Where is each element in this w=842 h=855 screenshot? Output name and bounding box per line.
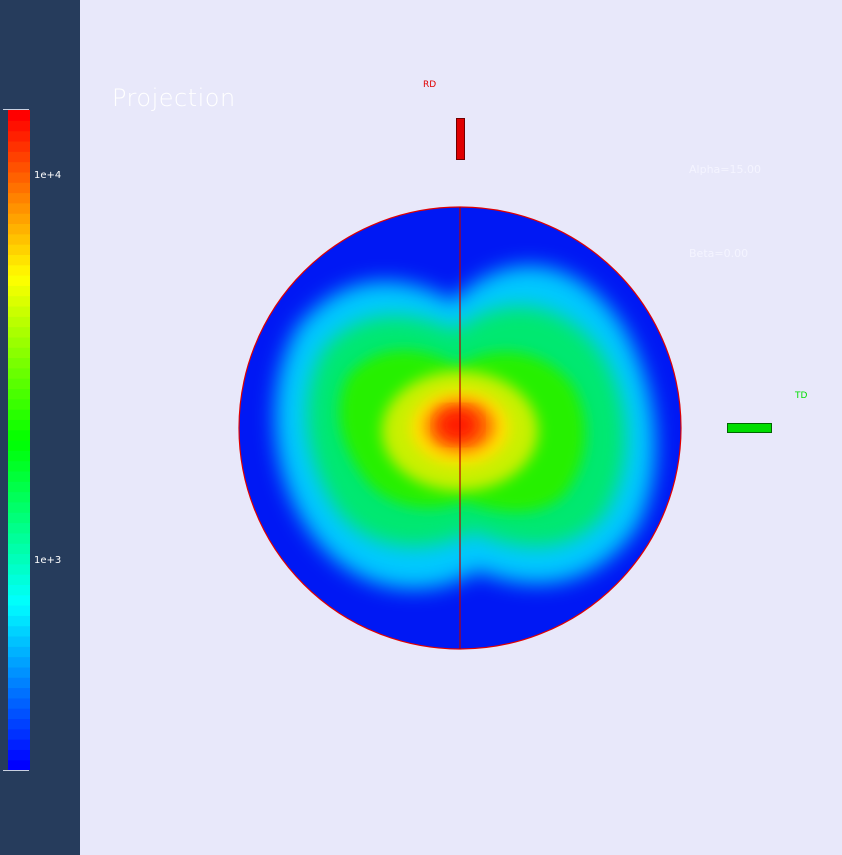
rd-axis-marker [456,118,465,160]
colorbar-bottom-line [3,770,29,771]
colorbar-step [8,656,30,668]
colorbar-step [8,553,30,565]
colorbar-step [8,666,30,678]
colorbar-step [8,512,30,524]
colorbar-step [8,532,30,544]
colorbar-step [8,697,30,709]
rd-axis-label: RD [423,80,437,90]
colorbar-step [8,275,30,286]
colorbar-step [8,192,30,204]
colorbar-step [8,563,30,575]
colorbar-step [8,429,30,441]
colorbar-step [8,470,30,482]
colorbar-step [8,161,30,173]
colorbar-step [8,450,30,462]
colorbar-step [8,171,30,183]
colorbar-step [8,543,30,555]
colorbar-step [8,646,30,658]
pole-figure[interactable] [238,206,682,650]
colorbar-step [8,460,30,472]
colorbar-step [8,522,30,534]
td-axis-marker [727,423,772,433]
colorbar-step [8,409,30,420]
colorbar-step [8,491,30,503]
colorbar-step [8,182,30,194]
colorbar-step [8,233,30,245]
colorbar-step [8,305,30,317]
colorbar-step [8,223,30,235]
colorbar-step [8,202,30,214]
colorbar-step [8,708,30,720]
colorbar-step [8,749,30,761]
colorbar-step [8,367,30,379]
colorbar-tick-1e3: 1e+3 [34,555,62,566]
colorbar-step [8,398,30,410]
colorbar-step [8,264,30,276]
colorbar-step [8,728,30,740]
colorbar-step [8,378,30,390]
colorbar-step [8,574,30,585]
colorbar-step [8,594,30,606]
colorbar-step [8,130,30,142]
colorbar-step [8,481,30,493]
colorbar-step [8,357,30,369]
colorbar-step [8,285,30,297]
colorbar-step [8,687,30,699]
colorbar-step [8,336,30,348]
colorbar-step [8,120,30,132]
colorbar-step [8,440,30,451]
colorbar-step [8,605,30,616]
alpha-readout: Alpha=15.00 [689,163,761,176]
colorbar-step [8,419,30,431]
colorbar-tick-1e4: 1e+4 [34,170,62,181]
colorbar-step [8,739,30,750]
colorbar-step [8,635,30,647]
colorbar-step [8,213,30,225]
colorbar-step [8,759,30,770]
td-axis-label: TD [795,391,808,401]
colorbar-step [8,110,30,121]
colorbar-step [8,347,30,359]
colorbar [8,110,30,770]
page-title: Projection [112,84,236,112]
colorbar-step [8,254,30,266]
colorbar-step [8,615,30,627]
colorbar-step [8,677,30,689]
colorbar-panel: 1e+4 1e+3 [0,0,80,855]
colorbar-step [8,140,30,152]
colorbar-step [8,584,30,596]
colorbar-step [8,625,30,637]
colorbar-step [8,388,30,400]
beta-readout: Beta=0.00 [689,247,749,260]
colorbar-step [8,244,30,255]
colorbar-step [8,151,30,163]
colorbar-step [8,718,30,730]
colorbar-step [8,295,30,307]
colorbar-step [8,501,30,513]
colorbar-step [8,326,30,338]
colorbar-top-line [3,109,29,110]
colorbar-step [8,316,30,328]
